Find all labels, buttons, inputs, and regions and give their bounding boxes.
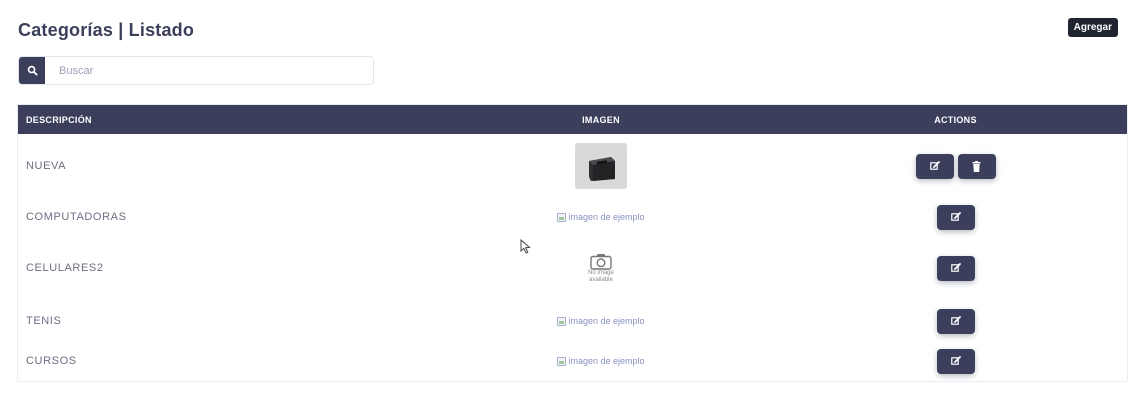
- row-actions: [784, 204, 1127, 230]
- search-bar: [18, 56, 374, 85]
- image-alt-text: imagen de ejemplo: [568, 212, 645, 222]
- row-description: COMPUTADORAS: [26, 211, 127, 223]
- trash-icon: [972, 160, 981, 172]
- search-input[interactable]: [45, 57, 373, 84]
- table-row: CURSOS imagen de ejemplo: [18, 347, 1127, 375]
- categories-table: DESCRIPCIÓN IMAGEN ACTIONS NUEVA COMPUTA…: [17, 104, 1128, 382]
- column-header-image: IMAGEN: [582, 114, 620, 125]
- broken-image-icon: [557, 356, 567, 366]
- no-image-text: No image available: [588, 269, 614, 283]
- edit-icon: [950, 356, 961, 365]
- row-actions: [784, 348, 1127, 374]
- row-image-cell: imagen de ejemplo: [418, 212, 784, 222]
- row-description: NUEVA: [26, 160, 67, 172]
- row-actions: [784, 255, 1127, 281]
- row-image-cell: imagen de ejemplo: [418, 356, 784, 366]
- table-row: NUEVA: [18, 141, 1127, 191]
- table-header: DESCRIPCIÓN IMAGEN ACTIONS: [18, 105, 1127, 134]
- table-row: TENIS imagen de ejemplo: [18, 307, 1127, 335]
- row-image-cell: No image available: [418, 253, 784, 284]
- mouse-cursor-icon: [520, 239, 531, 254]
- edit-icon: [950, 316, 961, 325]
- column-header-description: DESCRIPCIÓN: [26, 114, 92, 125]
- printer-icon: [589, 157, 615, 181]
- add-category-button[interactable]: Agregar: [1067, 18, 1118, 37]
- edit-icon: [950, 212, 961, 221]
- delete-button[interactable]: [957, 153, 996, 179]
- edit-button[interactable]: [936, 255, 975, 281]
- edit-button[interactable]: [915, 153, 954, 179]
- no-image-placeholder: No image available: [588, 253, 614, 284]
- table-row: COMPUTADORAS imagen de ejemplo: [18, 203, 1127, 231]
- image-alt-text: imagen de ejemplo: [568, 316, 645, 326]
- row-image-cell: [418, 143, 784, 189]
- edit-icon: [929, 161, 940, 170]
- row-description: CELULARES2: [26, 262, 104, 274]
- search-icon: [27, 65, 38, 76]
- image-alt-text: imagen de ejemplo: [568, 356, 645, 366]
- table-row: CELULARES2 No image available: [18, 246, 1127, 290]
- edit-button[interactable]: [936, 308, 975, 334]
- row-image-cell: imagen de ejemplo: [418, 316, 784, 326]
- row-description: CURSOS: [26, 355, 77, 367]
- broken-image-icon: [557, 316, 567, 326]
- row-description: TENIS: [26, 315, 62, 327]
- search-button[interactable]: [19, 57, 45, 84]
- edit-button[interactable]: [936, 204, 975, 230]
- row-actions: [784, 153, 1127, 179]
- broken-image: imagen de ejemplo: [557, 212, 645, 222]
- edit-icon: [950, 263, 961, 272]
- broken-image-icon: [557, 212, 567, 222]
- camera-icon: [590, 253, 612, 270]
- broken-image: imagen de ejemplo: [557, 356, 645, 366]
- page-title: Categorías | Listado: [18, 20, 195, 40]
- row-actions: [784, 308, 1127, 334]
- edit-button[interactable]: [936, 348, 975, 374]
- column-header-actions: ACTIONS: [934, 114, 977, 125]
- category-image: [575, 143, 627, 189]
- broken-image: imagen de ejemplo: [557, 316, 645, 326]
